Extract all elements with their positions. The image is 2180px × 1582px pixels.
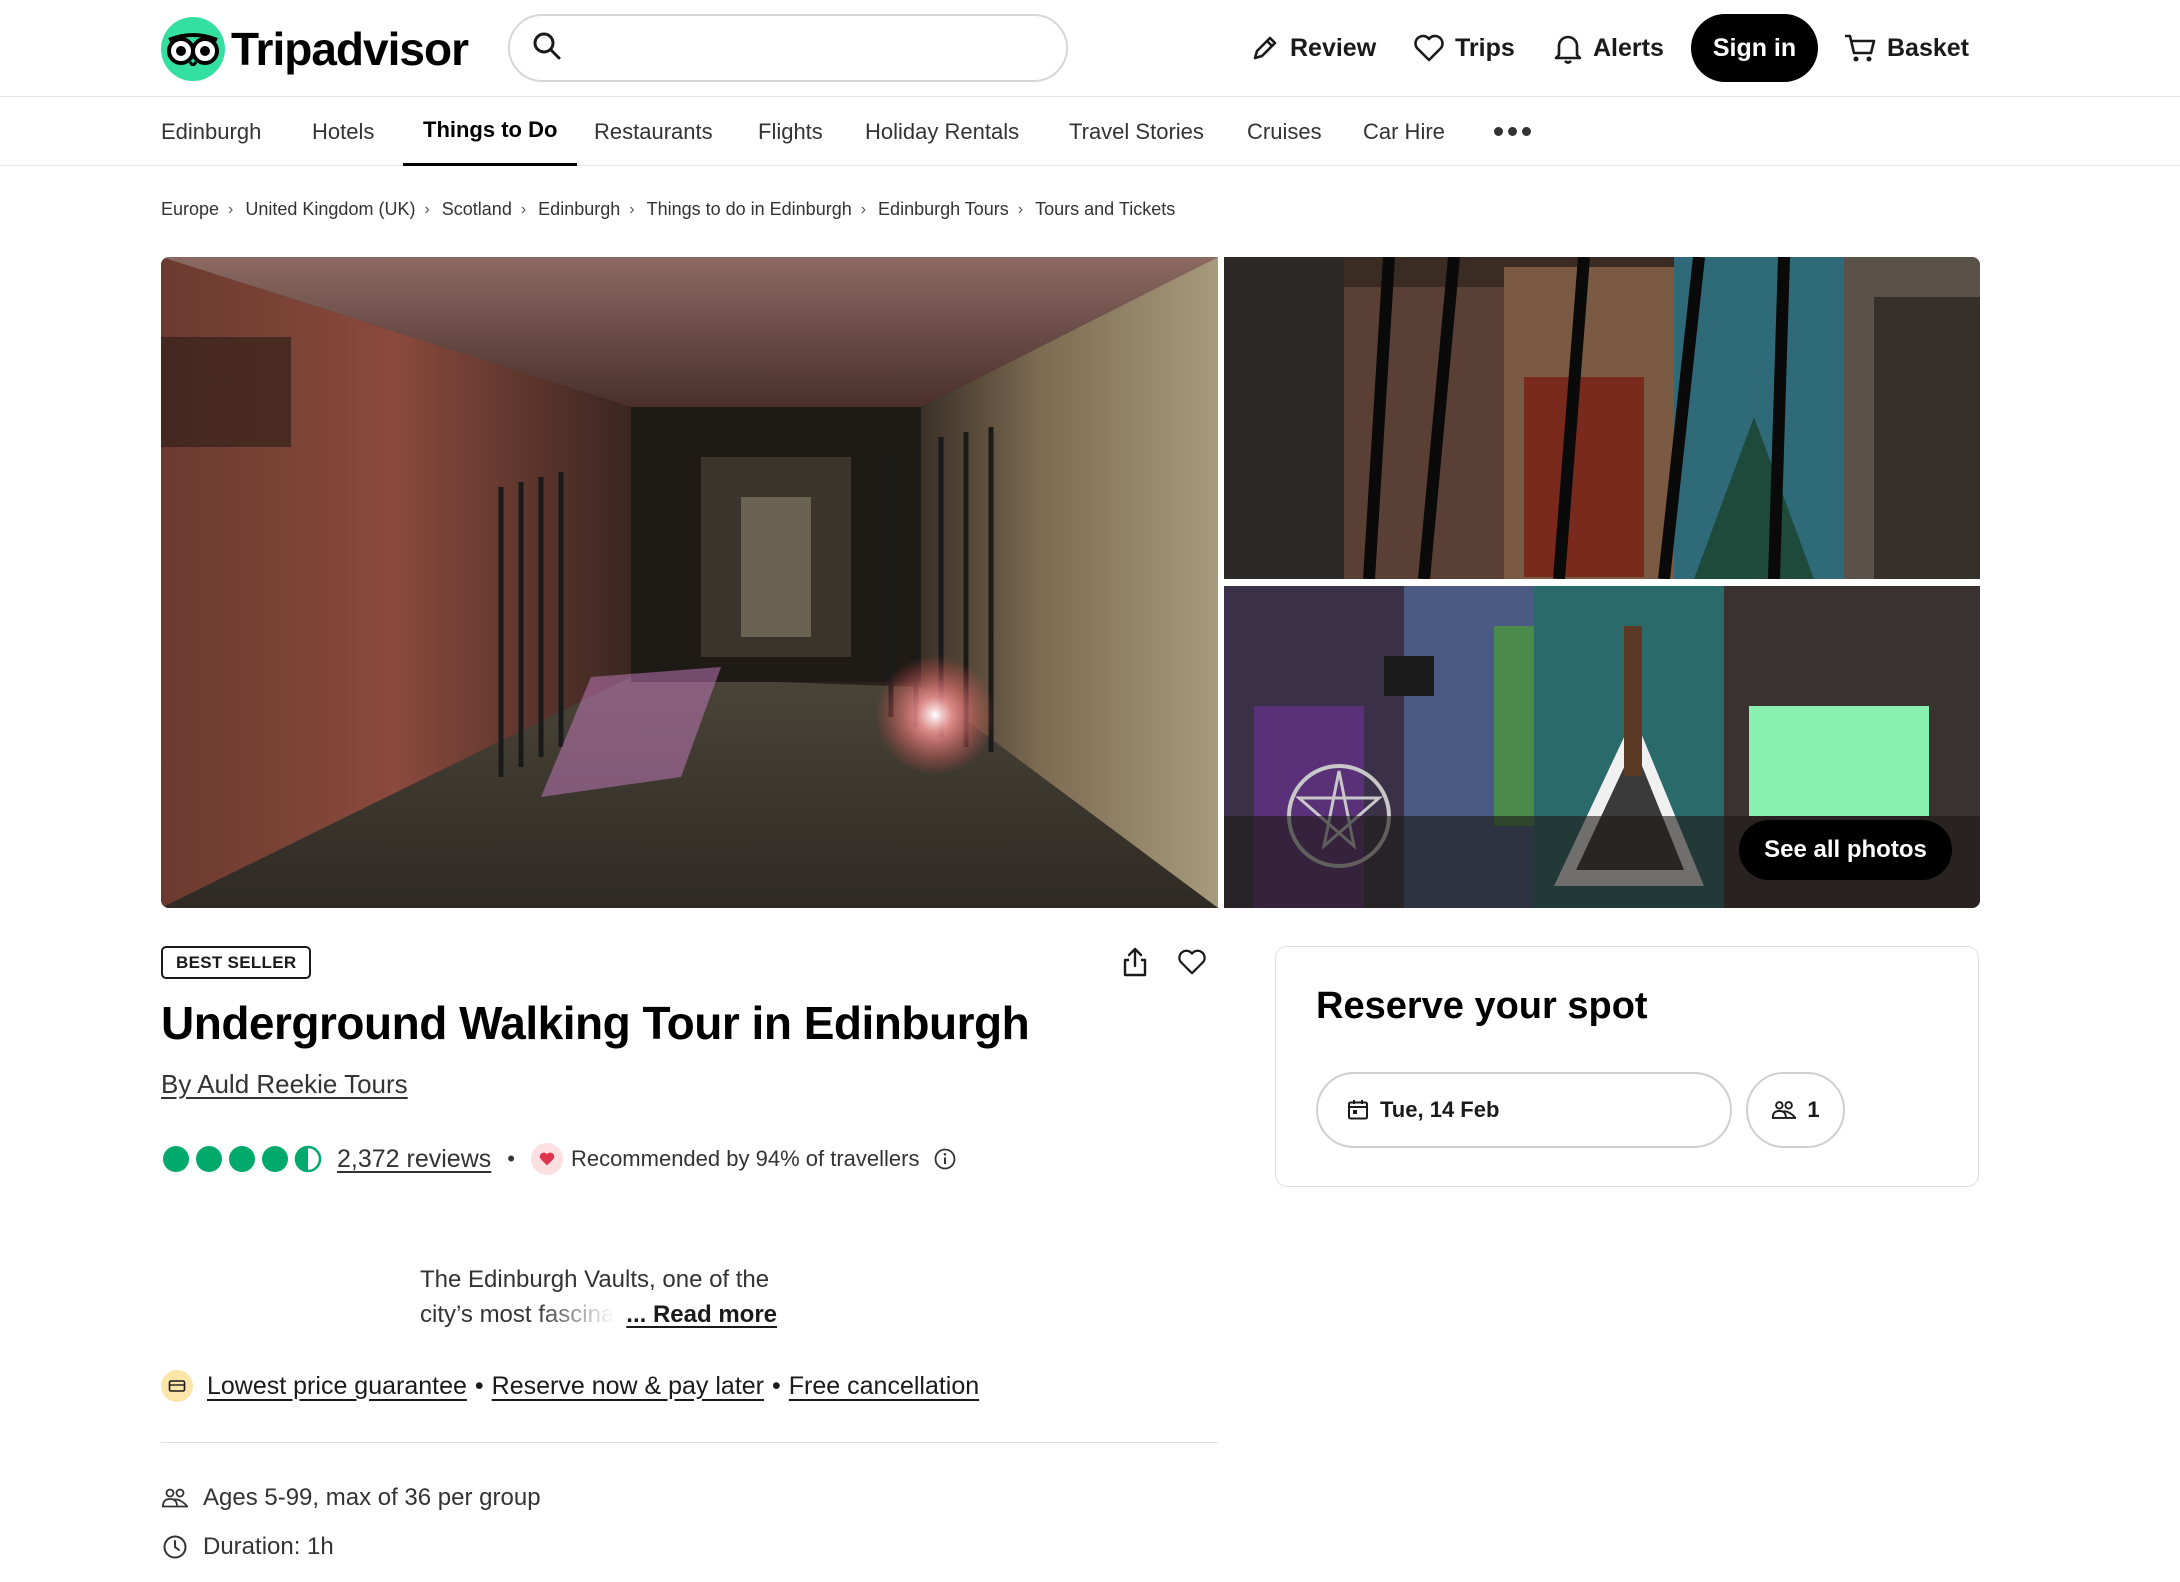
chevron-right-icon: › — [228, 200, 234, 218]
date-picker-button[interactable]: Tue, 14 Feb — [1316, 1072, 1732, 1148]
tab-edinburgh[interactable]: Edinburgh — [161, 97, 261, 166]
more-dots-icon[interactable] — [1494, 127, 1531, 136]
breadcrumb-edinburgh-tours[interactable]: Edinburgh Tours — [878, 199, 1009, 220]
chevron-right-icon: › — [860, 200, 867, 218]
date-label: Tue, 14 Feb — [1380, 1097, 1500, 1122]
description-line-2: city’s most fascina — [420, 1297, 614, 1332]
calendar-icon — [1346, 1098, 1370, 1122]
rating-bubble-full-icon — [163, 1146, 189, 1172]
guarantee-row: Lowest price guarantee • Reserve now & p… — [161, 1368, 979, 1404]
tab-travel-stories[interactable]: Travel Stories — [1069, 97, 1204, 166]
travellers-count: 1 — [1807, 1097, 1820, 1122]
search-icon — [532, 31, 562, 66]
heart-icon — [1413, 33, 1445, 63]
group-size-text: Ages 5-99, max of 36 per group — [203, 1484, 541, 1511]
review-link[interactable]: Review — [1250, 14, 1376, 82]
see-all-photos-button[interactable]: See all photos — [1739, 820, 1952, 880]
sign-in-button[interactable]: Sign in — [1691, 14, 1818, 82]
rating-bubble-half-icon — [294, 1145, 322, 1173]
chevron-right-icon: › — [520, 200, 527, 218]
breadcrumb-tours-and-tickets[interactable]: Tours and Tickets — [1035, 199, 1175, 220]
breadcrumb: Europe › United Kingdom (UK) › Scotland › E… — [161, 199, 1175, 220]
lowest-price-guarantee-link[interactable]: Lowest price guarantee — [207, 1372, 467, 1401]
travellers-icon — [1771, 1099, 1797, 1121]
alerts-label: Alerts — [1593, 33, 1664, 62]
trips-link[interactable]: Trips — [1413, 14, 1515, 82]
rating-bubble-full-icon — [262, 1146, 288, 1172]
rating-bubbles — [161, 1144, 323, 1174]
tab-cruises[interactable]: Cruises — [1247, 97, 1322, 166]
review-label: Review — [1290, 33, 1377, 62]
tab-things-to-do[interactable]: Things to Do — [403, 97, 578, 166]
travellers-picker-button[interactable]: 1 — [1746, 1072, 1845, 1148]
breadcrumb-things-to-do[interactable]: Things to do in Edinburgh — [647, 199, 852, 220]
bell-icon — [1553, 32, 1583, 64]
save-heart-icon[interactable] — [1172, 942, 1212, 982]
chevron-right-icon: › — [629, 200, 635, 218]
tab-restaurants[interactable]: Restaurants — [594, 97, 713, 166]
reserve-now-pay-later-link[interactable]: Reserve now & pay later — [492, 1372, 764, 1401]
recommended-heart-icon — [530, 1143, 563, 1175]
rating-bubble-full-icon — [229, 1146, 255, 1172]
photo-shop-through-bars[interactable] — [1224, 257, 1980, 579]
tab-car-hire[interactable]: Car Hire — [1363, 97, 1445, 166]
duration-feature: Duration: 1h — [161, 1530, 334, 1564]
reviews-link[interactable]: 2,372 reviews — [337, 1145, 491, 1174]
bullet-separator: • — [474, 1371, 484, 1400]
main-photo-vault-corridor[interactable] — [161, 257, 1218, 908]
section-divider — [161, 1442, 1218, 1443]
page-title: Underground Walking Tour in Edinburgh — [161, 997, 1030, 1049]
recommended-text: Recommended by 94% of travellers — [570, 1146, 920, 1171]
top-header: Tripadvisor Review Trips Alerts Sign in … — [0, 0, 2180, 97]
reserve-card: Reserve your spot Tue, 14 Feb 1 — [1275, 946, 1979, 1187]
tab-holiday-rentals[interactable]: Holiday Rentals — [865, 97, 1019, 166]
category-nav: Edinburgh Hotels Things to Do Restaurant… — [0, 97, 2180, 166]
pencil-icon — [1250, 33, 1280, 63]
chevron-right-icon: › — [424, 200, 430, 218]
duration-text: Duration: 1h — [203, 1533, 334, 1560]
reserve-title: Reserve your spot — [1316, 985, 1648, 1027]
search-box[interactable] — [508, 14, 1068, 82]
people-group-icon — [161, 1487, 189, 1509]
tripadvisor-logo[interactable]: Tripadvisor — [161, 16, 469, 82]
description: The Edinburgh Vaults, one of the city’s … — [420, 1262, 800, 1332]
breadcrumb-uk[interactable]: United Kingdom (UK) — [245, 199, 415, 220]
group-size-feature: Ages 5-99, max of 36 per group — [161, 1481, 541, 1515]
cart-icon — [1843, 33, 1877, 63]
basket-label: Basket — [1887, 33, 1969, 62]
tab-flights[interactable]: Flights — [758, 97, 823, 166]
operator-link[interactable]: By Auld Reekie Tours — [161, 1069, 408, 1100]
chevron-right-icon: › — [1017, 200, 1024, 218]
clock-icon — [161, 1534, 189, 1560]
ticket-icon — [161, 1370, 193, 1402]
read-more-link[interactable]: ... Read more — [626, 1297, 777, 1332]
breadcrumb-europe[interactable]: Europe — [161, 199, 219, 220]
share-icon[interactable] — [1115, 942, 1155, 982]
logo-text: Tripadvisor — [231, 23, 469, 75]
owl-logo-icon — [161, 17, 225, 81]
rating-row: 2,372 reviews • Recommended by 94% of tr… — [161, 1141, 957, 1177]
description-line-1: The Edinburgh Vaults, one of the — [420, 1266, 770, 1293]
breadcrumb-edinburgh[interactable]: Edinburgh — [538, 199, 620, 220]
rating-bubble-full-icon — [196, 1146, 222, 1172]
alerts-link[interactable]: Alerts — [1553, 14, 1664, 82]
search-input[interactable] — [576, 28, 1066, 68]
trips-label: Trips — [1455, 33, 1515, 62]
bullet-separator: • — [507, 1146, 515, 1171]
best-seller-badge: BEST SELLER — [161, 946, 312, 979]
tab-hotels[interactable]: Hotels — [312, 97, 374, 166]
info-icon[interactable] — [933, 1147, 957, 1171]
bullet-separator: • — [772, 1371, 781, 1400]
free-cancellation-link[interactable]: Free cancellation — [789, 1372, 979, 1401]
breadcrumb-scotland[interactable]: Scotland — [442, 199, 512, 220]
basket-link[interactable]: Basket — [1843, 14, 1969, 82]
